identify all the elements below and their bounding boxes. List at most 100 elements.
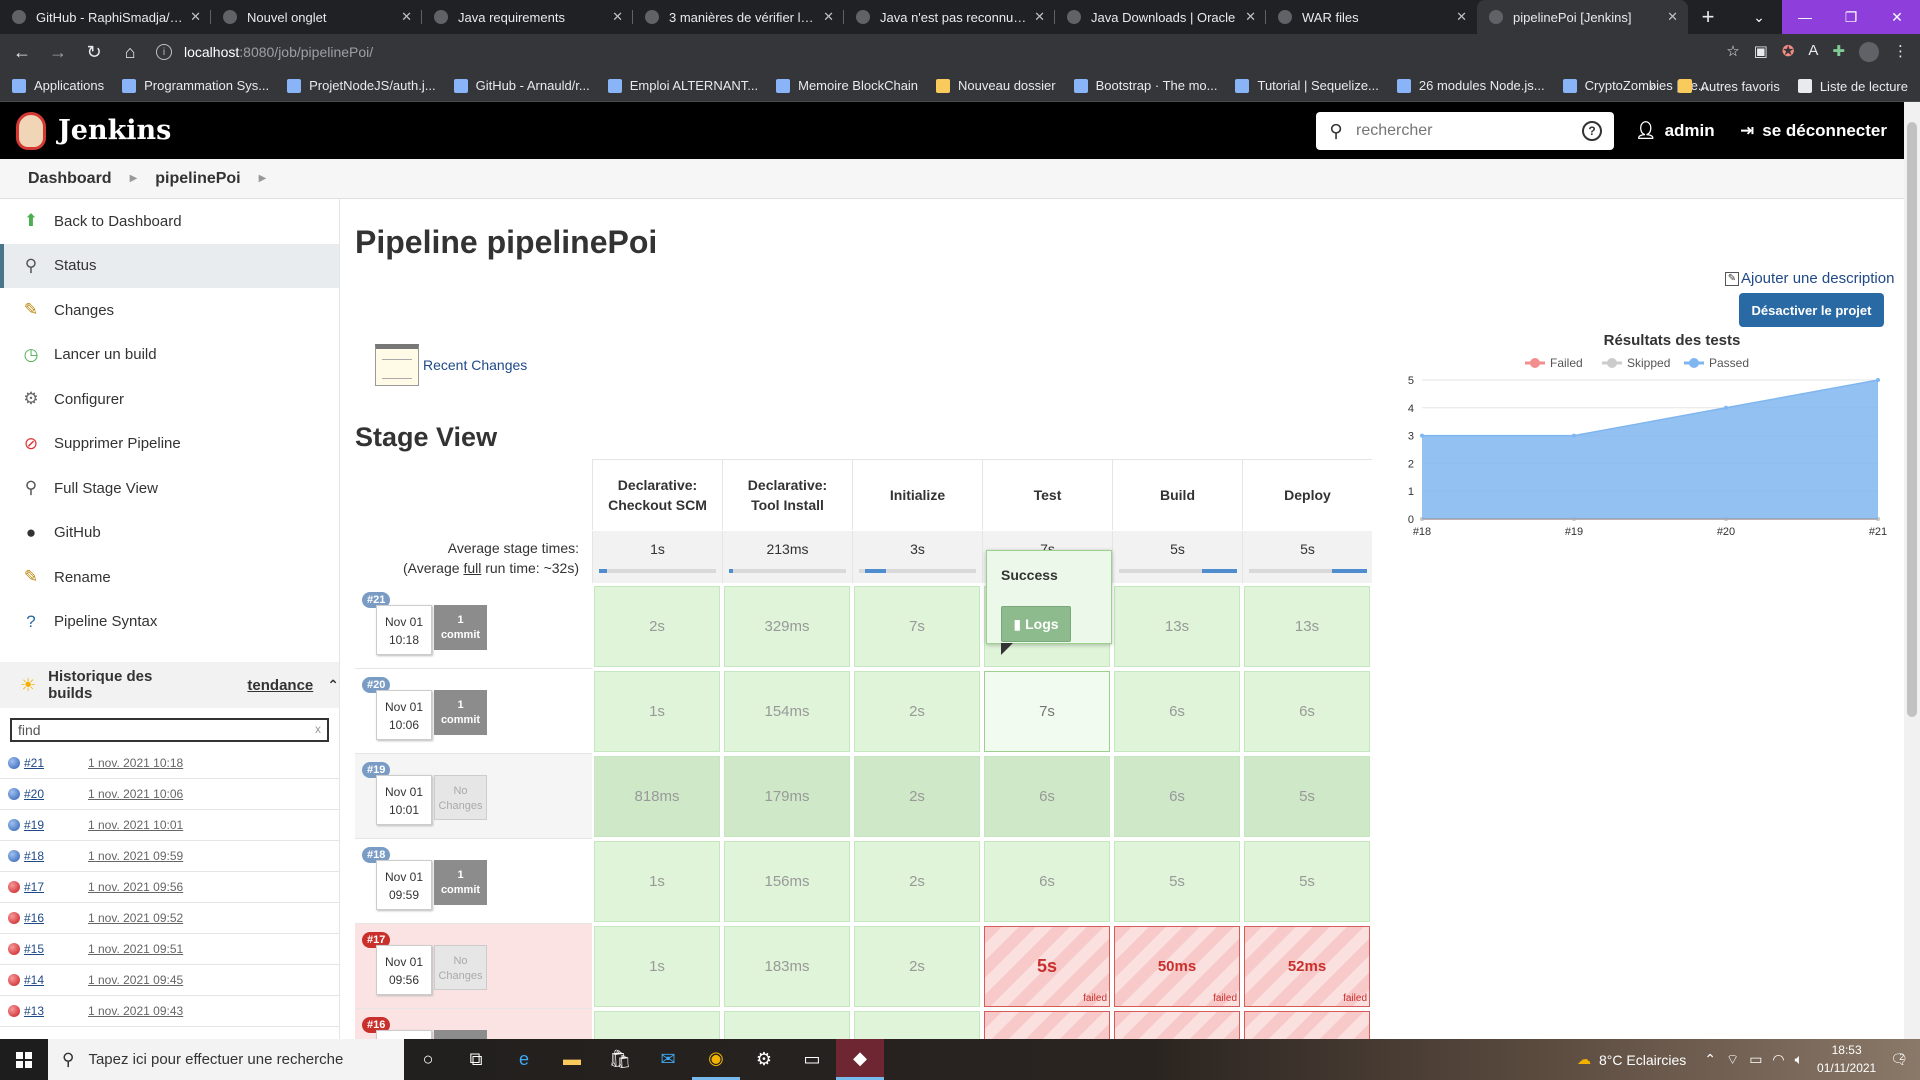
bookmark-star-icon[interactable]: ☆ [1726, 42, 1739, 62]
build-date-link[interactable]: 1 nov. 2021 10:18 [88, 756, 183, 770]
close-tab-icon[interactable]: ✕ [1667, 9, 1678, 25]
sidebar-task[interactable]: ◷ Lancer un build [0, 333, 339, 378]
clear-icon[interactable]: x [315, 722, 321, 736]
stage-cell[interactable]: 2s [594, 586, 720, 667]
build-date-link[interactable]: 1 nov. 2021 09:52 [88, 911, 183, 925]
stage-cell[interactable]: 5s [1244, 841, 1370, 922]
stage-cell[interactable]: 1s [594, 841, 720, 922]
bookmark-item[interactable]: 26 modules Node.js... [1396, 78, 1545, 93]
mail-icon[interactable]: ✉ [644, 1039, 692, 1080]
browser-tab[interactable]: GitHub - RaphiSmadja/Pois ✕ [0, 0, 211, 34]
build-date-link[interactable]: 1 nov. 2021 09:56 [88, 880, 183, 894]
breadcrumb-dashboard[interactable]: Dashboard [28, 170, 112, 188]
taskbar-search[interactable]: ⚲ Tapez ici pour effectuer une recherche [48, 1039, 404, 1080]
build-date-link[interactable]: 1 nov. 2021 10:06 [88, 787, 183, 801]
run-changes[interactable]: 1 commit [434, 860, 487, 905]
file-explorer-icon[interactable]: ▬ [548, 1039, 596, 1080]
add-description-link[interactable]: ✎ Ajouter une description [1725, 270, 1894, 287]
browser-tab[interactable]: Java n'est pas reconnu en t ✕ [844, 0, 1055, 34]
build-filter-input[interactable]: find x [10, 718, 329, 742]
forward-icon[interactable]: → [44, 38, 72, 66]
data-point-passed[interactable] [1572, 433, 1576, 438]
build-number-link[interactable]: #14 [24, 973, 80, 987]
stage-cell[interactable] [854, 1011, 980, 1039]
build-number-link[interactable]: #20 [24, 787, 80, 801]
bookmark-item[interactable]: Applications [12, 78, 104, 93]
stage-cell[interactable] [984, 1011, 1110, 1039]
stage-cell[interactable]: 818ms [594, 756, 720, 837]
sidebar-task[interactable]: ● GitHub [0, 511, 339, 556]
puzzle-icon[interactable]: ✚ [1832, 42, 1845, 62]
stage-cell[interactable]: 5s [1244, 756, 1370, 837]
notification-icon[interactable]: 🗨︎ 2 [1890, 1051, 1908, 1068]
intellij-icon[interactable]: ◆ [836, 1039, 884, 1080]
legend-item[interactable]: Skipped [1602, 356, 1670, 370]
run-changes[interactable]: 1 commit [434, 690, 487, 735]
legend-item[interactable]: Passed [1684, 356, 1749, 370]
browser-tab[interactable]: WAR files ✕ [1266, 0, 1477, 34]
stage-cell[interactable] [1114, 1011, 1240, 1039]
build-number-link[interactable]: #16 [24, 911, 80, 925]
new-tab-button[interactable]: + [1688, 0, 1728, 34]
stage-cell[interactable]: 5s [1114, 841, 1240, 922]
sidebar-task[interactable]: ⚲ Full Stage View [0, 466, 339, 511]
sidebar-task[interactable]: ⊘ Supprimer Pipeline [0, 422, 339, 467]
search-input[interactable] [1356, 122, 1582, 140]
scrollbar-thumb[interactable] [1907, 122, 1917, 717]
logout-link[interactable]: ⇥ se déconnecter [1740, 102, 1887, 159]
close-tab-icon[interactable]: ✕ [1456, 9, 1467, 25]
network-icon[interactable]: ⌔ [1726, 1051, 1739, 1069]
bookmark-item[interactable]: GitHub - Arnauld/r... [453, 78, 590, 93]
jenkins-logo[interactable]: Jenkins [16, 111, 171, 150]
chevron-right-icon[interactable]: ▶ [259, 173, 267, 184]
settings-icon[interactable]: ⚙ [740, 1039, 788, 1080]
chevron-up-icon[interactable]: ⌃ [327, 677, 339, 694]
start-button[interactable] [0, 1039, 48, 1080]
run-changes[interactable] [434, 1030, 487, 1039]
build-number-link[interactable]: #19 [24, 818, 80, 832]
store-icon[interactable]: 🛍︎ [596, 1039, 644, 1080]
stage-cell[interactable]: 1s [594, 926, 720, 1007]
sidebar-task[interactable]: ? Pipeline Syntax [0, 600, 339, 645]
build-number-link[interactable]: #17 [24, 880, 80, 894]
stage-cell[interactable]: 329ms [724, 586, 850, 667]
disable-project-button[interactable]: Désactiver le projet [1739, 293, 1884, 327]
browser-tab[interactable]: Java requirements ✕ [422, 0, 633, 34]
volume-icon[interactable]: 🔈︎ [1795, 1051, 1803, 1068]
stage-cell[interactable]: 154ms [724, 671, 850, 752]
stage-cell[interactable] [1244, 1011, 1370, 1039]
build-date-link[interactable]: 1 nov. 2021 09:43 [88, 1004, 183, 1018]
browser-tab[interactable]: 3 manières de vérifier la ve ✕ [633, 0, 844, 34]
build-date-link[interactable]: 1 nov. 2021 09:59 [88, 849, 183, 863]
data-point-passed[interactable] [1420, 433, 1424, 438]
data-point-passed[interactable] [1876, 378, 1880, 382]
edge-icon[interactable]: e [500, 1039, 548, 1080]
browser-tab[interactable]: pipelinePoi [Jenkins] ✕ [1477, 0, 1688, 34]
close-tab-icon[interactable]: ✕ [1034, 9, 1045, 25]
profile-avatar[interactable] [1859, 42, 1879, 62]
close-tab-icon[interactable]: ✕ [401, 9, 412, 25]
build-date-link[interactable]: 1 nov. 2021 10:01 [88, 818, 183, 832]
build-number-link[interactable]: #21 [24, 756, 80, 770]
stage-cell[interactable]: 2s [854, 926, 980, 1007]
tab-search-icon[interactable]: ⌄ [1736, 0, 1782, 34]
battery-icon[interactable]: ▭ [1749, 1051, 1762, 1068]
stage-cell[interactable]: 1s [594, 671, 720, 752]
extension-icon[interactable]: ✪ [1782, 42, 1795, 62]
build-number-link[interactable]: #15 [24, 942, 80, 956]
bookmark-item[interactable]: Emploi ALTERNANT... [607, 78, 758, 93]
stage-cell[interactable]: 183ms [724, 926, 850, 1007]
bookmark-reading-list[interactable]: Liste de lecture [1797, 79, 1908, 94]
close-window-button[interactable]: ✕ [1874, 0, 1920, 34]
stage-cell[interactable]: 2s [854, 841, 980, 922]
bookmark-other[interactable]: Autres favoris [1678, 79, 1780, 94]
restore-button[interactable]: ❐ [1828, 0, 1874, 34]
build-number-link[interactable]: #18 [24, 849, 80, 863]
breadcrumb-pipelinepoi[interactable]: pipelinePoi [155, 170, 240, 188]
menu-icon[interactable]: ⋮ [1893, 42, 1908, 62]
stage-cell[interactable]: 7s [854, 586, 980, 667]
task-view-icon[interactable]: ⧉ [452, 1039, 500, 1080]
stage-cell[interactable]: 52ms failed [1244, 926, 1370, 1007]
bookmarks-more[interactable]: » [1649, 79, 1656, 94]
legend-item[interactable]: Failed [1525, 356, 1583, 370]
